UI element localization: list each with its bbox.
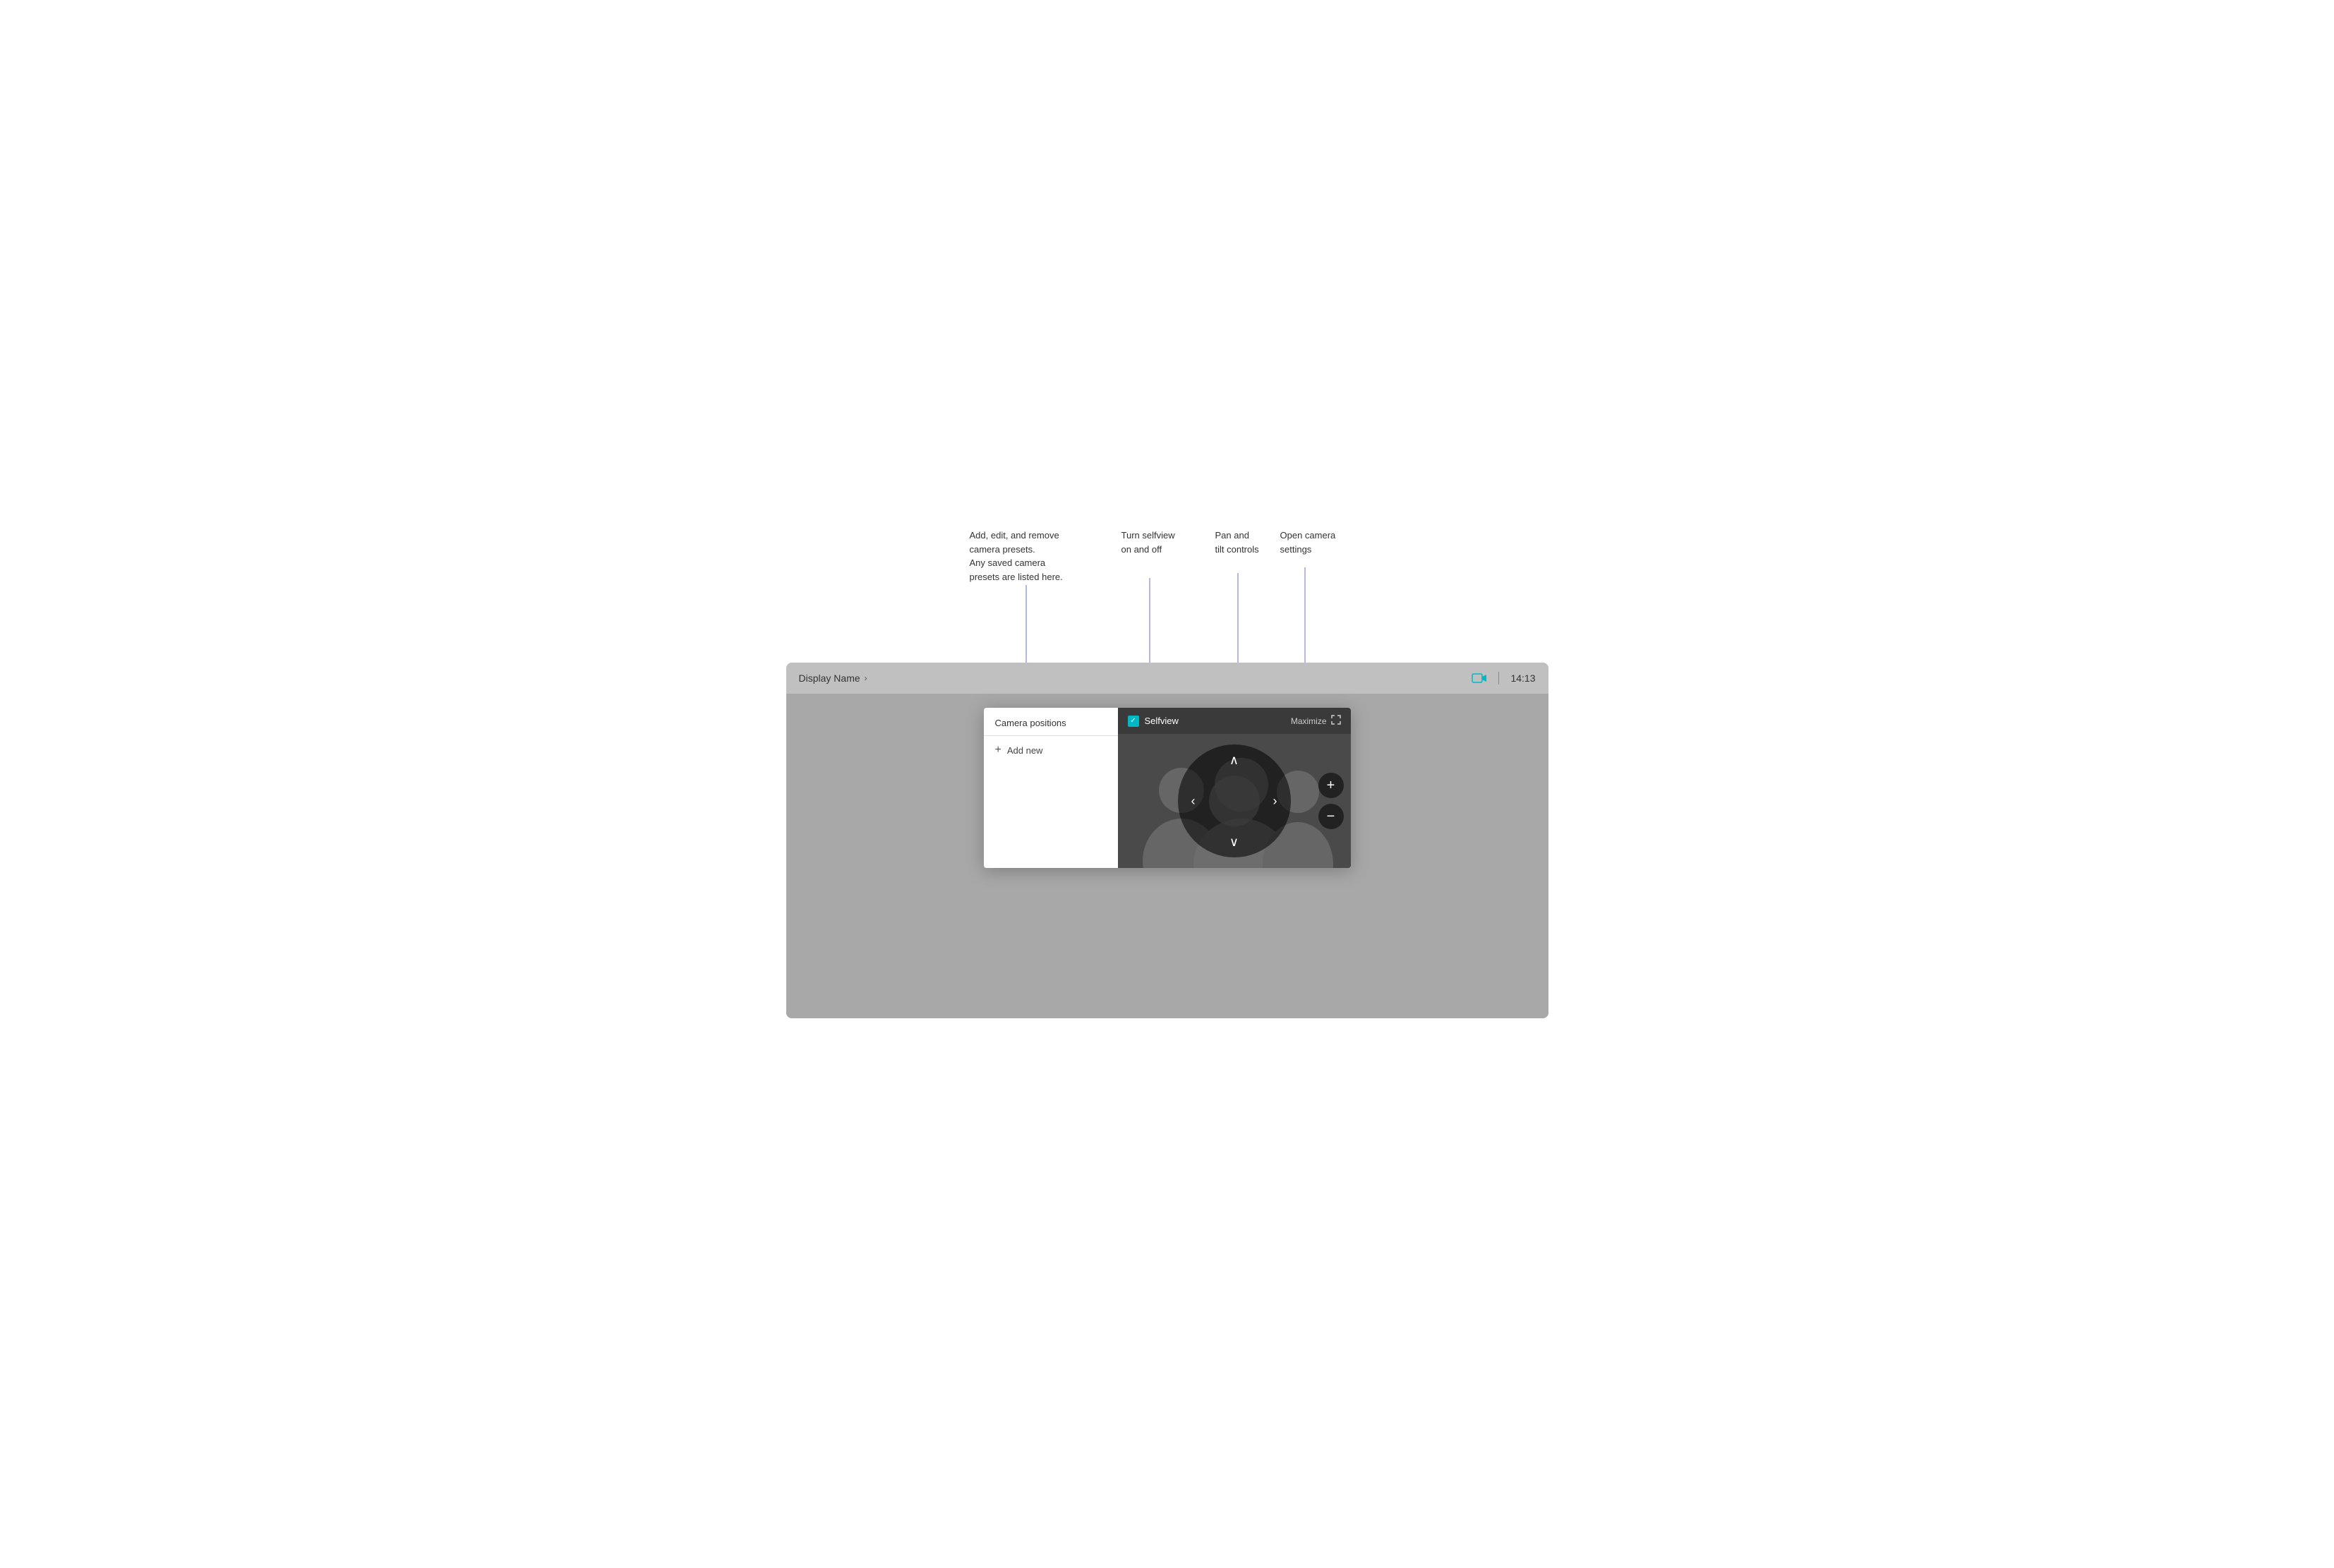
checkbox-check: ✓: [1130, 717, 1136, 725]
maximize-label: Maximize: [1291, 716, 1327, 726]
maximize-icon: [1331, 715, 1341, 727]
annotation-camera-settings: Open camera settings: [1280, 529, 1336, 556]
time-display: 14:13: [1510, 673, 1535, 684]
camera-positions-header: Camera positions: [984, 708, 1118, 736]
topbar-left: Display Name ›: [799, 673, 867, 684]
pan-tilt-inner: [1209, 776, 1260, 826]
maximize-button[interactable]: Maximize: [1291, 715, 1341, 727]
topbar-right: 14:13: [1472, 672, 1535, 685]
selfview-panel: ✓ Selfview Maximize: [1118, 708, 1351, 868]
selfview-header: ✓ Selfview Maximize: [1118, 708, 1351, 734]
topbar-divider: [1498, 672, 1499, 685]
camera-feed: ∧ ∨ ‹ ›: [1118, 734, 1351, 868]
zoom-controls: + −: [1318, 773, 1344, 829]
display-name: Display Name: [799, 673, 860, 684]
zoom-in-button[interactable]: +: [1318, 773, 1344, 798]
camera-icon[interactable]: [1472, 673, 1487, 684]
screen-body: Camera positions + Add new ✓: [786, 694, 1548, 1018]
pan-tilt-down-button[interactable]: ∨: [1225, 832, 1244, 852]
selfview-checkbox[interactable]: ✓: [1128, 716, 1139, 727]
add-new-button[interactable]: + Add new: [984, 736, 1118, 764]
selfview-label-group: ✓ Selfview: [1128, 716, 1179, 727]
plus-icon: +: [995, 744, 1001, 756]
selfview-text: Selfview: [1145, 716, 1179, 726]
screen-topbar: Display Name › 14:13: [786, 663, 1548, 694]
pan-tilt-overlay: ∧ ∨ ‹ ›: [1178, 744, 1291, 857]
pan-tilt-right-button[interactable]: ›: [1265, 791, 1285, 811]
breadcrumb-chevron: ›: [865, 673, 867, 683]
pan-tilt-up-button[interactable]: ∧: [1225, 750, 1244, 770]
screen-container: Display Name › 14:13: [786, 663, 1548, 1018]
annotation-pan-tilt: Pan and tilt controls: [1215, 529, 1259, 556]
annotation-camera-presets: Add, edit, and remove camera presets. An…: [970, 529, 1063, 584]
add-new-label: Add new: [1007, 745, 1043, 756]
camera-positions-panel: Camera positions + Add new: [984, 708, 1118, 868]
pan-tilt-ring: ∧ ∨ ‹ ›: [1178, 744, 1291, 857]
camera-ui-panel: Camera positions + Add new ✓: [984, 708, 1351, 868]
zoom-out-button[interactable]: −: [1318, 804, 1344, 829]
annotation-selfview-toggle: Turn selfview on and off: [1121, 529, 1175, 556]
pan-tilt-left-button[interactable]: ‹: [1184, 791, 1203, 811]
page-wrapper: Add, edit, and remove camera presets. An…: [744, 521, 1591, 1047]
